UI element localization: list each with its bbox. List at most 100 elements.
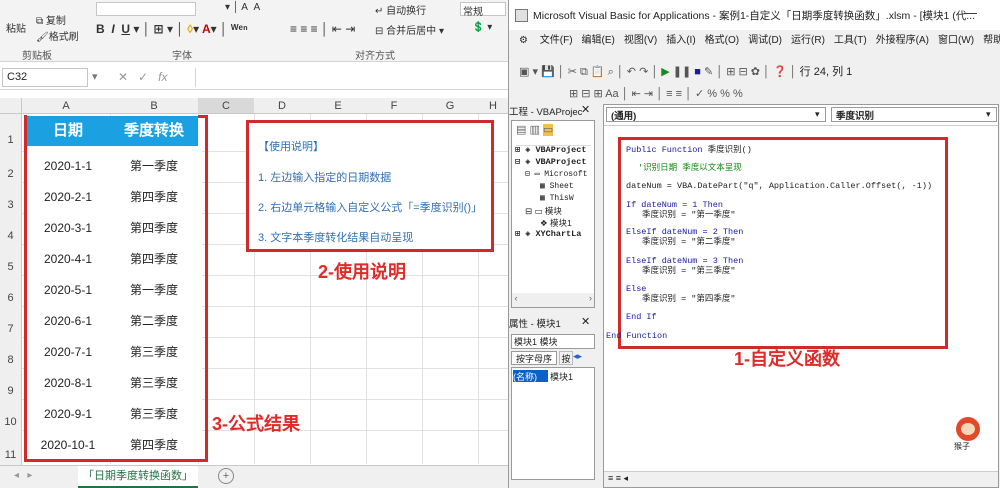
percent-button[interactable]: 💲 ▾ (472, 22, 492, 33)
tree-item[interactable]: ⊟ ◈ VBAProject (515, 157, 586, 167)
code-line[interactable]: 季度识别 = "第二季度" (642, 237, 736, 247)
merge-center-button[interactable]: ⊟ 合并后居中 ▾ (375, 22, 444, 37)
usage-box: 【使用说明】 1. 左边输入指定的日期数据 2. 右边单元格输入自定义公式「=季… (246, 120, 494, 252)
code-line[interactable]: Public Function 季度识别() (626, 145, 752, 155)
code-line[interactable]: End If (626, 312, 657, 322)
menu-item[interactable]: 文件(F) (540, 35, 573, 46)
view-toggle-icon[interactable]: ≡ ≡ ◂ (604, 473, 628, 483)
property-name[interactable]: (名称) (513, 370, 548, 382)
code-line[interactable]: 季度识别 = "第四季度" (642, 294, 736, 304)
menu-item[interactable]: 外接程序(A) (876, 35, 929, 46)
column-header[interactable]: F (366, 98, 422, 114)
menu-item[interactable]: 编辑(E) (582, 35, 615, 46)
row-header[interactable]: 9 (0, 368, 22, 399)
procedure-select[interactable]: 季度识别 (831, 107, 997, 122)
row-header[interactable]: 7 (0, 306, 22, 337)
align-buttons[interactable]: ≡ ≡ ≡ │ ⇤ ⇥ (290, 22, 355, 36)
tab-alphabetic[interactable]: 按字母序 (511, 351, 557, 365)
object-select[interactable]: (通用) (606, 107, 826, 122)
code-line[interactable]: If dateNum = 1 Then (626, 200, 723, 210)
row-header[interactable]: 5 (0, 244, 22, 275)
column-header[interactable]: B (110, 98, 198, 114)
view-code-icon[interactable]: ▤ ▥ ▭ (516, 123, 554, 136)
column-header[interactable]: H (478, 98, 508, 114)
code-line[interactable]: End Function (606, 331, 667, 341)
column-header[interactable]: A (22, 98, 110, 114)
cursor-position: 行 24, 列 1 (799, 66, 853, 78)
add-sheet-icon[interactable]: + (218, 468, 234, 484)
tree-item[interactable]: ❖ 模块1 (540, 217, 572, 229)
menu-bar: ⚙ 文件(F) 编辑(E) 视图(V) 插入(I) 格式(O) 调试(D) 运行(R) 工具(… (509, 30, 1000, 52)
select-all-corner[interactable] (0, 98, 22, 114)
menu-item[interactable]: 运行(R) (791, 35, 825, 46)
standard-toolbar[interactable]: ▣ ▾ 💾 │ ✂ ⧉ 📋 ⌕ │ ↶ ↷ │ ▶ ❚❚ ■ ✎ │ ⊞ ⊟ ✿… (509, 60, 1000, 84)
row-header[interactable]: 6 (0, 275, 22, 306)
chevron-down-icon[interactable]: ▾ (92, 70, 98, 83)
usage-title: 【使用说明】 (258, 141, 324, 153)
name-box[interactable]: C32 (2, 68, 88, 87)
code-line[interactable]: 季度识别 = "第一季度" (642, 210, 736, 220)
font-name-select[interactable] (96, 2, 196, 16)
row-header[interactable]: 3 (0, 182, 22, 213)
close-icon[interactable]: ✕ (581, 315, 590, 328)
code-line[interactable]: dateNum = VBA.DatePart("q", Application.… (626, 181, 932, 191)
code-line[interactable]: Else (626, 284, 646, 294)
font-style-buttons[interactable]: B I U ▾ │ ⊞ ▾ │ ◊▾ A▾ │ ᵂᵉⁿ (96, 22, 248, 36)
row-header[interactable]: 4 (0, 213, 22, 244)
formula-input[interactable] (195, 68, 506, 87)
tree-item[interactable]: ⊟ ▭ 模块 (525, 205, 562, 217)
brush-icon: 🖌 (36, 32, 49, 43)
tree-item[interactable]: ⊞ ◈ VBAProject (515, 145, 586, 155)
row-header[interactable]: 2 (0, 151, 22, 182)
code-line[interactable]: ElseIf dateNum = 3 Then (626, 256, 743, 266)
column-header[interactable]: C (198, 98, 254, 114)
menu-item[interactable]: 窗口(W) (938, 35, 974, 46)
format-painter-button[interactable]: 🖌格式刷 (36, 28, 79, 43)
row-header[interactable]: 8 (0, 337, 22, 368)
horizontal-scrollbar[interactable]: ‹ › (512, 293, 594, 307)
formula-buttons[interactable]: ✕ ✓ fx (118, 70, 167, 84)
font-size-buttons[interactable]: ▾ │ A A (225, 2, 260, 13)
ribbon: 粘贴 ⧉ 复制 🖌格式刷 B I U ▾ │ ⊞ ▾ │ ◊▾ A▾ │ ᵂᵉⁿ… (0, 0, 508, 62)
menu-item[interactable]: 插入(I) (666, 35, 695, 46)
tree-item[interactable]: ⊟ ▭ Microsoft (525, 169, 587, 179)
column-header[interactable]: D (254, 98, 310, 114)
minimize-icon[interactable]: — (964, 5, 977, 20)
tab-scroll-icon[interactable]: ◂▸ (573, 351, 582, 362)
menu-item[interactable]: 帮助 (983, 35, 1000, 46)
chevron-down-icon[interactable]: ▾ (815, 109, 820, 120)
sheet-nav-arrows[interactable]: ◂ ▸ (14, 470, 32, 481)
title-bar: Microsoft Visual Basic for Applications … (509, 0, 1000, 30)
formula-result-label: 3-公式结果 (212, 414, 301, 434)
tab-categorized[interactable]: 按 (559, 351, 573, 365)
column-header[interactable]: E (310, 98, 366, 114)
code-line[interactable]: 季度识别 = "第三季度" (642, 266, 736, 276)
menu-item[interactable]: 格式(O) (705, 35, 739, 46)
menu-item[interactable]: 视图(V) (624, 35, 657, 46)
row-header[interactable]: 11 (0, 430, 22, 465)
tree-item[interactable]: ▦ Sheet (540, 181, 574, 191)
properties-object-select[interactable]: 模块1 模块 (511, 334, 595, 349)
code-line[interactable]: ElseIf dateNum = 2 Then (626, 227, 743, 237)
sheet-tab-bar: ◂ ▸ 「日期季度转换函数」 + (0, 465, 508, 488)
custom-function-label: 1-自定义函数 (734, 349, 841, 369)
property-value[interactable]: 模块1 (550, 370, 573, 383)
copy-button[interactable]: ⧉ 复制 (36, 12, 66, 27)
edit-toolbar[interactable]: ⊞ ⊟ ⊞ Aa │ ⇤ ⇥ │ ≡ ≡ │ ✓ % % % (509, 84, 1000, 104)
paste-button[interactable]: 粘贴 (6, 20, 26, 35)
column-header[interactable]: G (422, 98, 478, 114)
usage-line: 3. 文字本季度转化结果自动呈现 (258, 232, 414, 244)
sheet-tab[interactable]: 「日期季度转换函数」 (78, 466, 198, 488)
row-header[interactable]: 10 (0, 399, 22, 430)
number-format-select[interactable]: 常规 (460, 2, 506, 18)
close-icon[interactable]: ✕ (581, 103, 590, 116)
code-scrollbar[interactable]: ≡ ≡ ◂ (604, 471, 998, 487)
chevron-down-icon[interactable]: ▾ (986, 109, 991, 120)
row-header[interactable]: 1 (0, 114, 22, 151)
menu-item[interactable]: 工具(T) (834, 35, 867, 46)
wrap-text-button[interactable]: ↵ 自动换行 (375, 2, 426, 17)
tree-item[interactable]: ⊞ ◈ XYChartLa (515, 229, 581, 239)
code-line[interactable]: '识别日期 季度以文本呈现 (638, 163, 742, 173)
menu-item[interactable]: 调试(D) (748, 35, 782, 46)
tree-item[interactable]: ▦ ThisW (540, 193, 574, 203)
